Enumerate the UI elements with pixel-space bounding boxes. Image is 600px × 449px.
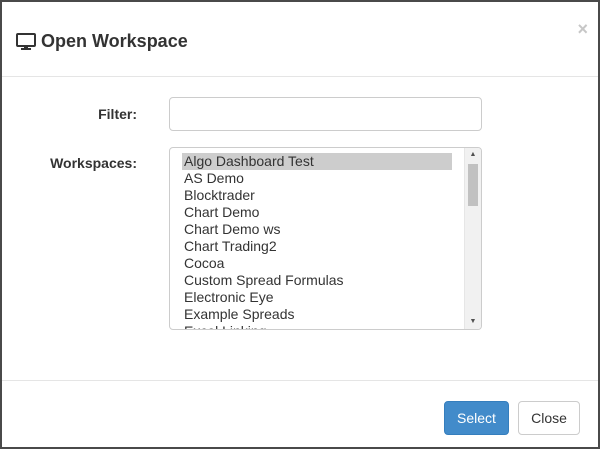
open-workspace-dialog: Open Workspace × Filter: Workspaces: Alg… bbox=[0, 0, 600, 449]
filter-label: Filter: bbox=[98, 106, 137, 122]
close-button[interactable]: Close bbox=[518, 401, 580, 435]
dialog-header: Open Workspace × bbox=[2, 2, 598, 77]
listbox-scrollbar[interactable]: ▲ ▼ bbox=[464, 148, 481, 329]
dialog-title-text: Open Workspace bbox=[41, 31, 188, 51]
workspace-option[interactable]: Cocoa bbox=[182, 255, 452, 272]
workspaces-list: Algo Dashboard Test AS Demo Blocktrader Cha… bbox=[182, 153, 452, 329]
workspaces-listbox[interactable]: Algo Dashboard Test AS Demo Blocktrader Cha… bbox=[169, 147, 482, 330]
workspace-option[interactable]: Chart Trading2 bbox=[182, 238, 452, 255]
select-button[interactable]: Select bbox=[444, 401, 509, 435]
workspace-option[interactable]: AS Demo bbox=[182, 170, 452, 187]
scrollbar-thumb[interactable] bbox=[468, 164, 478, 206]
scroll-down-arrow-icon[interactable]: ▼ bbox=[465, 315, 481, 329]
scroll-up-arrow-icon[interactable]: ▲ bbox=[465, 148, 481, 162]
workspace-option[interactable]: Custom Spread Formulas bbox=[182, 272, 452, 289]
dialog-footer: Select Close bbox=[2, 380, 598, 447]
workspaces-label: Workspaces: bbox=[50, 155, 137, 171]
dialog-title: Open Workspace bbox=[16, 31, 188, 52]
monitor-icon bbox=[16, 32, 36, 51]
workspace-option[interactable]: Chart Demo ws bbox=[182, 221, 452, 238]
filter-input[interactable] bbox=[169, 97, 482, 131]
workspace-option[interactable]: Chart Demo bbox=[182, 204, 452, 221]
workspace-option[interactable]: Example Spreads bbox=[182, 306, 452, 323]
close-icon[interactable]: × bbox=[577, 20, 588, 38]
workspace-option[interactable]: Excel Linking bbox=[182, 323, 452, 329]
workspace-option[interactable]: Blocktrader bbox=[182, 187, 452, 204]
workspace-option[interactable]: Electronic Eye bbox=[182, 289, 452, 306]
workspace-option[interactable]: Algo Dashboard Test bbox=[182, 153, 452, 170]
